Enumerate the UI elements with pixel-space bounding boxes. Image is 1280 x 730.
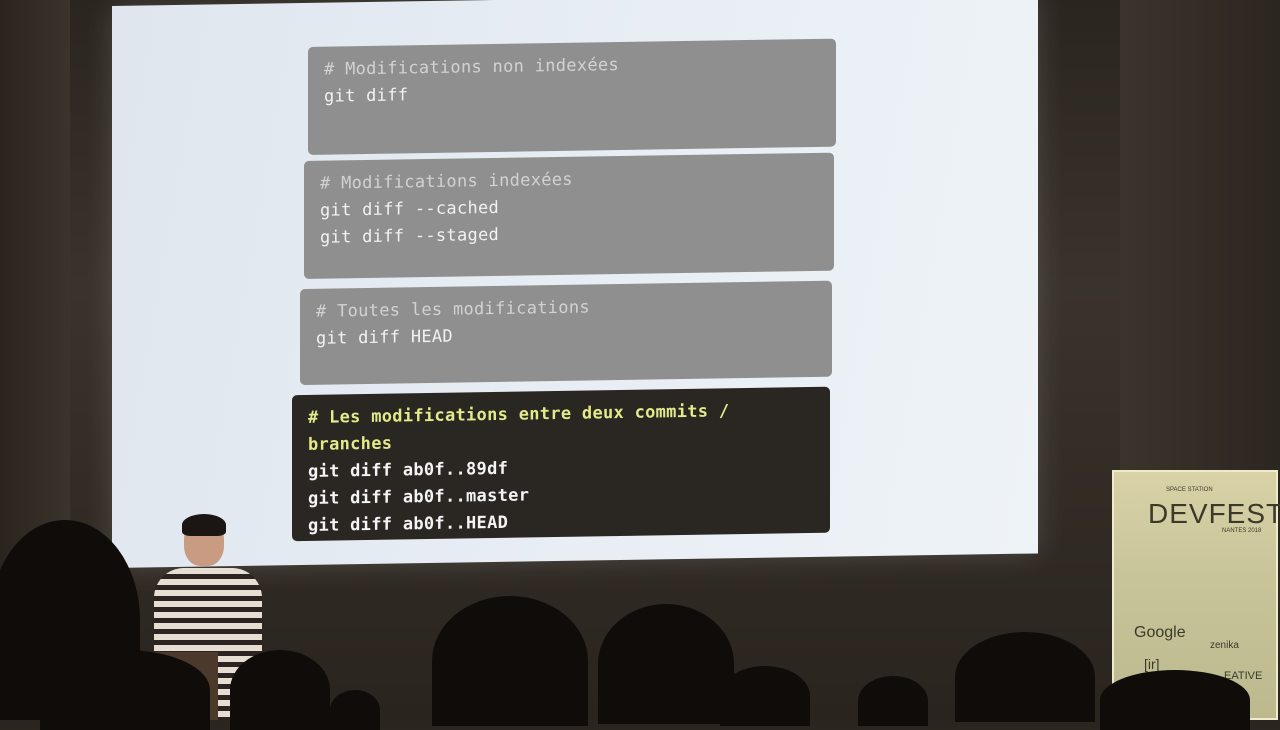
audience-head [598, 604, 734, 724]
code-block-all-changes: # Toutes les modifications git diff HEAD [300, 280, 832, 386]
speaker-hair [182, 514, 226, 536]
code-block-staged: # Modifications indexées git diff --cach… [304, 152, 834, 279]
banner-subtitle: SPACE STATION [1166, 487, 1213, 493]
banner-date: NANTES 2018 [1222, 528, 1262, 534]
audience-head [955, 632, 1095, 722]
code-comment: # Les modifications entre deux commits /… [308, 401, 730, 455]
audience-head [858, 676, 928, 726]
audience-head [230, 650, 330, 730]
audience-head [432, 596, 588, 726]
code-block-commits-branches: # Les modifications entre deux commits /… [292, 386, 830, 542]
sponsor-logo: zenika [1210, 640, 1239, 651]
sponsor-logo: [ir] [1144, 656, 1160, 672]
banner-title: DEVFEST [1148, 498, 1280, 529]
audience-head [330, 690, 380, 730]
audience-head [40, 650, 210, 730]
code-block-unstaged: # Modifications non indexées git diff [308, 38, 836, 155]
sponsor-logo: Google [1134, 624, 1186, 641]
audience-head [1100, 670, 1250, 730]
audience-head [720, 666, 810, 726]
projection-screen: # Modifications non indexées git diff # … [112, 0, 1038, 568]
